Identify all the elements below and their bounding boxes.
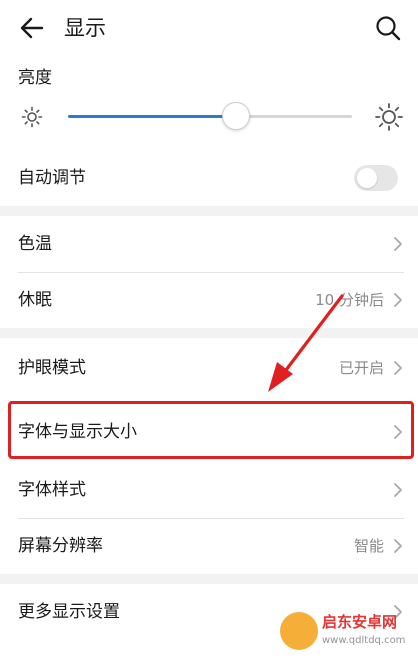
- row-label: 更多显示设置: [18, 602, 120, 622]
- row-value: 10 分钟后: [315, 291, 384, 309]
- brightness-card: 亮度 自动调节: [0, 56, 418, 206]
- row-label: 屏幕分辨率: [18, 536, 103, 556]
- chevron-right-icon: [394, 293, 402, 307]
- toggle-knob: [357, 168, 377, 188]
- auto-adjust-label: 自动调节: [18, 168, 86, 188]
- search-icon[interactable]: [372, 12, 404, 44]
- sun-small-icon: [21, 106, 43, 128]
- brightness-slider[interactable]: [68, 102, 352, 130]
- row-value: 已开启: [338, 359, 384, 377]
- page-title: 显示: [64, 16, 106, 40]
- row-label: 休眠: [18, 290, 52, 310]
- highlight-box: [8, 401, 414, 459]
- row-label: 字体样式: [18, 480, 86, 500]
- setting-row-font-style[interactable]: 字体样式: [0, 462, 418, 518]
- chevron-right-icon: [394, 361, 402, 375]
- setting-row-sleep[interactable]: 休眠 10 分钟后: [0, 272, 418, 328]
- row-label: 色温: [18, 234, 52, 254]
- brightness-slider-fill: [68, 115, 236, 118]
- setting-row-screen-resolution[interactable]: 屏幕分辨率 智能: [0, 518, 418, 574]
- watermark-logo: 启东安卓网 www.qdltdq.com: [280, 608, 412, 654]
- auto-adjust-toggle[interactable]: [354, 165, 398, 191]
- setting-row-eye-comfort[interactable]: 护眼模式 已开启: [0, 340, 418, 396]
- setting-row-color-temperature[interactable]: 色温: [0, 216, 418, 272]
- watermark-title: 启东安卓网: [322, 613, 398, 631]
- row-value: 智能: [353, 537, 384, 555]
- chevron-right-icon: [394, 539, 402, 553]
- title-bar: 显示: [0, 0, 418, 56]
- chevron-right-icon: [394, 237, 402, 251]
- chevron-right-icon: [394, 483, 402, 497]
- brightness-label: 亮度: [18, 68, 52, 88]
- sun-large-icon: [375, 103, 403, 131]
- settings-group-2: 色温 休眠 10 分钟后: [0, 216, 418, 328]
- watermark-url: www.qdltdq.com: [322, 635, 406, 646]
- brightness-slider-thumb[interactable]: [221, 102, 250, 130]
- back-arrow-icon[interactable]: [16, 12, 48, 44]
- row-label: 护眼模式: [18, 358, 86, 378]
- watermark-logo-icon: [280, 612, 318, 650]
